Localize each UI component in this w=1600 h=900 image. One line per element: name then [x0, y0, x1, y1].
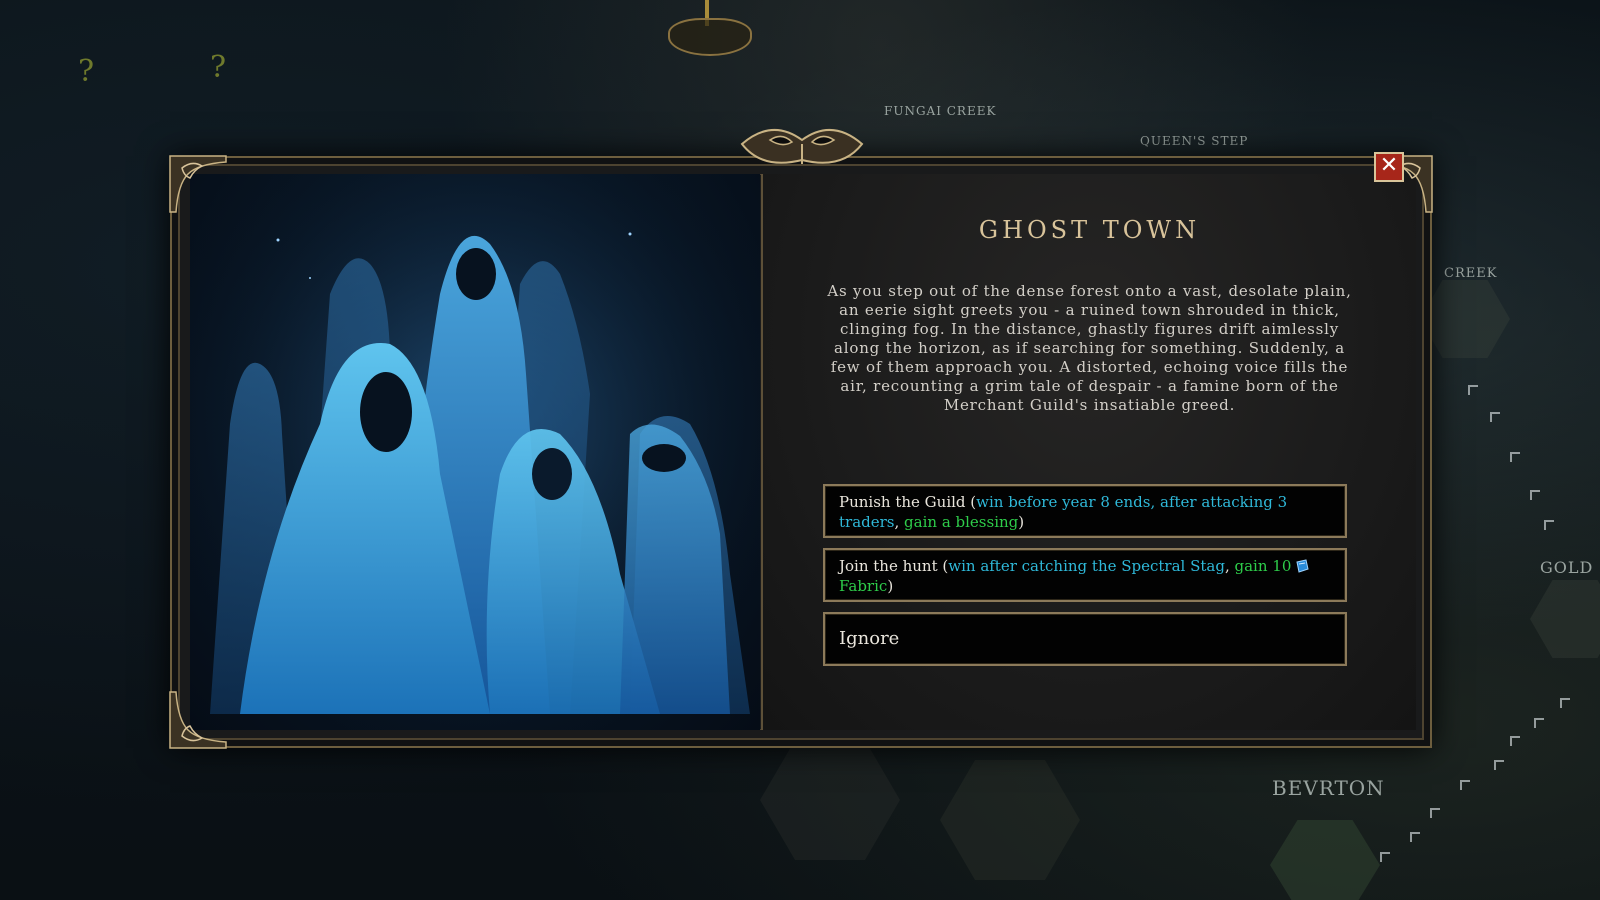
map-path-marker	[1530, 490, 1540, 500]
map-hex-tile[interactable]	[1530, 580, 1600, 658]
choice-paren-open: (	[937, 557, 949, 575]
choice-separator: ,	[894, 513, 905, 531]
map-path-marker	[1510, 736, 1520, 746]
choice-join-hunt-button[interactable]: Join the hunt (win after catching the Sp…	[823, 548, 1347, 602]
choice-ignore-button[interactable]: Ignore	[823, 612, 1347, 666]
mask-crest-icon	[740, 128, 864, 164]
map-hex-tile[interactable]	[1420, 280, 1510, 358]
event-title: GHOST TOWN	[978, 216, 1201, 244]
map-path-marker	[1460, 780, 1470, 790]
map-path-marker	[1544, 520, 1554, 530]
map-path-marker	[1510, 452, 1520, 462]
map-path-marker	[1468, 385, 1478, 395]
map-hex-tile[interactable]	[940, 760, 1080, 880]
map-path-marker	[1380, 852, 1390, 862]
close-button[interactable]: ✕	[1374, 152, 1404, 182]
map-path-marker	[1494, 760, 1504, 770]
map-unknown-marker[interactable]: ?	[210, 50, 226, 85]
fabric-icon	[1296, 559, 1309, 573]
choice-punish-guild-button[interactable]: Punish the Guild (win before year 8 ends…	[823, 484, 1347, 538]
close-icon: ✕	[1379, 153, 1399, 178]
choice-label: Ignore	[839, 628, 900, 649]
choice-label: Punish the Guild	[839, 493, 966, 511]
map-unknown-marker[interactable]: ?	[78, 54, 94, 89]
event-dialog: GHOST TOWN As you step out of the dense …	[169, 128, 1433, 749]
ornate-corner-icon	[169, 155, 227, 213]
ornate-corner-icon	[169, 691, 227, 749]
choice-separator: ,	[1224, 557, 1235, 575]
map-label-fungai-creek: FUNGAI CREEK	[884, 104, 997, 118]
game-screen: ? ? FUNGAI CREEK QUEEN'S STEP CREEK GOLD…	[0, 0, 1600, 900]
choice-reward: gain 10	[1234, 557, 1292, 575]
map-path-marker	[1534, 718, 1544, 728]
event-text-panel: GHOST TOWN As you step out of the dense …	[763, 174, 1416, 730]
map-settlement-marker[interactable]	[668, 18, 752, 56]
choice-paren-close: )	[1018, 513, 1025, 531]
choice-paren-close: )	[887, 577, 894, 595]
map-path-marker	[1410, 832, 1420, 842]
event-description: As you step out of the dense forest onto…	[827, 282, 1352, 414]
map-hex-tile[interactable]	[1270, 820, 1380, 900]
map-path-marker	[1430, 808, 1440, 818]
map-label-bevrton: BEVRTON	[1272, 776, 1385, 800]
event-illustration	[190, 174, 760, 730]
choice-paren-open: (	[965, 493, 977, 511]
choice-reward-suffix: Fabric	[839, 577, 888, 595]
choice-condition: win after catching the Spectral Stag	[948, 557, 1225, 575]
map-hex-tile[interactable]	[760, 740, 900, 860]
map-label-gold: GOLD	[1540, 558, 1594, 577]
map-label-queens-step: QUEEN'S STEP	[1140, 134, 1249, 148]
map-path-marker	[1490, 412, 1500, 422]
ghost-figures-image	[190, 174, 760, 730]
map-label-creek: CREEK	[1444, 266, 1498, 281]
map-path-marker	[1560, 698, 1570, 708]
choice-label: Join the hunt	[839, 557, 938, 575]
choice-reward: gain a blessing	[904, 513, 1019, 531]
